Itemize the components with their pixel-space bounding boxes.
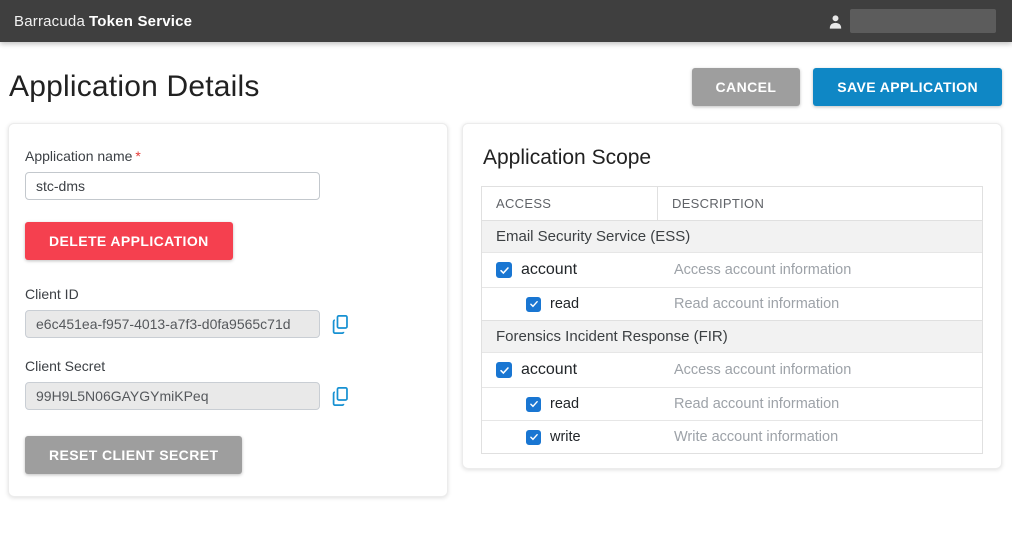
redacted-username (850, 9, 996, 33)
application-name-label: Application name* (25, 148, 429, 164)
scope-table: ACCESS DESCRIPTION Email Security Servic… (481, 186, 983, 454)
client-secret-row (25, 382, 429, 410)
application-details-card: Application name* DELETE APPLICATION Cli… (8, 123, 448, 497)
scope-section-ess: Email Security Service (ESS) (482, 220, 982, 252)
scope-label: write (550, 429, 581, 445)
client-secret-value (25, 382, 320, 410)
scope-description: Access account information (658, 254, 982, 286)
checkbox-fir-write[interactable] (526, 430, 541, 445)
scope-row-ess-read: read Read account information (482, 287, 982, 320)
scope-description: Write account information (658, 421, 982, 453)
application-scope-card: Application Scope ACCESS DESCRIPTION Ema… (462, 123, 1002, 469)
copy-icon (331, 395, 350, 410)
header-actions: CANCEL SAVE APPLICATION (692, 68, 1002, 106)
main-content: Application name* DELETE APPLICATION Cli… (0, 106, 1012, 497)
scope-row-ess-account: account Access account information (482, 252, 982, 287)
checkbox-ess-read[interactable] (526, 297, 541, 312)
application-name-input[interactable] (25, 172, 320, 200)
checkbox-fir-account[interactable] (496, 362, 512, 378)
scope-row-fir-account: account Access account information (482, 352, 982, 387)
scope-row-fir-write: write Write account information (482, 420, 982, 453)
copy-client-id-button[interactable] (331, 314, 350, 335)
copy-icon (331, 323, 350, 338)
scope-table-header: ACCESS DESCRIPTION (482, 187, 982, 220)
column-header-access: ACCESS (482, 187, 658, 220)
copy-client-secret-button[interactable] (331, 386, 350, 407)
scope-title: Application Scope (483, 146, 983, 170)
scope-description: Read account information (658, 288, 982, 320)
product-name: Token Service (89, 13, 192, 30)
save-application-button[interactable]: SAVE APPLICATION (813, 68, 1002, 106)
scope-section-fir: Forensics Incident Response (FIR) (482, 320, 982, 352)
scope-label: account (521, 261, 577, 279)
page-title: Application Details (9, 70, 260, 104)
app-top-bar: BarracudaToken Service (0, 0, 1012, 42)
client-secret-label: Client Secret (25, 358, 429, 374)
brand-logo: BarracudaToken Service (14, 13, 192, 30)
scope-label: account (521, 361, 577, 379)
page-header: Application Details CANCEL SAVE APPLICAT… (0, 42, 1012, 106)
cancel-button[interactable]: CANCEL (692, 68, 801, 106)
client-id-row (25, 310, 429, 338)
delete-application-button[interactable]: DELETE APPLICATION (25, 222, 233, 260)
scope-row-fir-read: read Read account information (482, 387, 982, 420)
scope-label: read (550, 396, 579, 412)
checkbox-fir-read[interactable] (526, 397, 541, 412)
scope-description: Access account information (658, 354, 982, 386)
scope-label: read (550, 296, 579, 312)
client-id-value (25, 310, 320, 338)
person-icon (827, 13, 844, 30)
user-menu[interactable] (827, 9, 996, 33)
reset-client-secret-button[interactable]: RESET CLIENT SECRET (25, 436, 242, 474)
required-asterisk: * (135, 148, 140, 164)
scope-description: Read account information (658, 388, 982, 420)
checkbox-ess-account[interactable] (496, 262, 512, 278)
brand-name: Barracuda (14, 13, 85, 30)
column-header-description: DESCRIPTION (658, 187, 982, 220)
client-id-label: Client ID (25, 286, 429, 302)
